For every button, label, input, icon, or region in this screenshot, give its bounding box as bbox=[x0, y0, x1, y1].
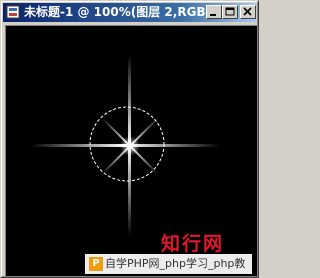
minimize-button[interactable] bbox=[206, 5, 222, 19]
watermark-bar: P 自学PHP网_php学习_php教 bbox=[85, 254, 252, 274]
watermark-brand: 知行网 bbox=[161, 233, 225, 255]
watermark-logo: P bbox=[89, 257, 103, 271]
close-button[interactable] bbox=[240, 5, 256, 19]
document-window: 未标题-1 @ 100%(图层 2,RGB) P 自学PHP网_php学习_ph… bbox=[0, 0, 259, 278]
maximize-button[interactable] bbox=[222, 5, 238, 19]
document-icon[interactable] bbox=[6, 5, 20, 19]
close-icon bbox=[243, 7, 252, 16]
maximize-icon bbox=[225, 7, 235, 16]
window-title: 未标题-1 @ 100%(图层 2,RGB) bbox=[24, 5, 212, 19]
starburst-icon bbox=[30, 54, 220, 236]
minimize-icon bbox=[210, 14, 216, 16]
watermark-text: 自学PHP网_php学习_php教 bbox=[105, 257, 246, 270]
title-bar[interactable]: 未标题-1 @ 100%(图层 2,RGB) bbox=[3, 3, 256, 22]
